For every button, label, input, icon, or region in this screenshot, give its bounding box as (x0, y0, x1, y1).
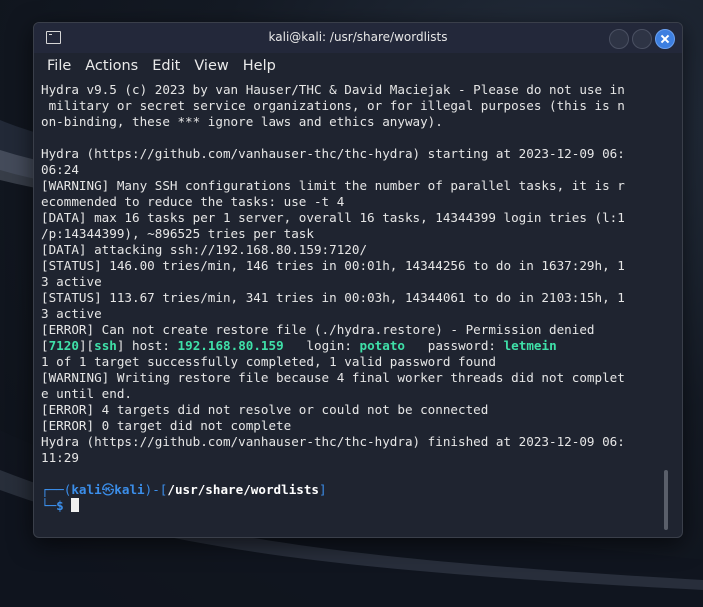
terminal-line: [WARNING] Many SSH configurations limit … (41, 178, 625, 193)
scrollbar-thumb[interactable] (664, 470, 668, 530)
title-bar: kali@kali: /usr/share/wordlists (34, 23, 682, 53)
found-login-label: login: (283, 338, 360, 353)
prompt-separator: )-[ (144, 482, 168, 497)
found-service: ssh (94, 338, 117, 353)
terminal-line: /p:14344399), ~896525 tries per task (41, 226, 314, 241)
terminal-line: Hydra v9.5 (c) 2023 by van Hauser/THC & … (41, 82, 625, 97)
menu-view[interactable]: View (187, 58, 235, 74)
terminal-line: on-binding, these *** ignore laws and et… (41, 114, 443, 129)
maximize-button[interactable] (632, 29, 652, 49)
prompt-corner-bottom: └─ (41, 498, 57, 513)
terminal-line: e until end. (41, 386, 132, 401)
window-title: kali@kali: /usr/share/wordlists (268, 30, 448, 44)
terminal-line: [ERROR] 0 target did not complete (41, 418, 292, 433)
terminal-line: [DATA] attacking ssh://192.168.80.159:71… (41, 242, 368, 257)
close-button[interactable] (655, 29, 675, 49)
terminal-line: [DATA] max 16 tasks per 1 server, overal… (41, 210, 625, 225)
terminal-line: 1 of 1 target successfully completed, 1 … (41, 354, 496, 369)
terminal-line: ecommended to reduce the tasks: use -t 4 (41, 194, 345, 209)
terminal-line: [ERROR] Can not create restore file (./h… (41, 322, 595, 337)
prompt-user: kali (71, 482, 102, 497)
terminal-output[interactable]: Hydra v9.5 (c) 2023 by van Hauser/THC & … (41, 82, 661, 532)
prompt-path: /usr/share/wordlists (167, 482, 320, 497)
terminal-line: 06:24 (41, 162, 79, 177)
terminal-line: 3 active (41, 306, 102, 321)
prompt-bracket-end: ] (319, 482, 327, 497)
menu-help[interactable]: Help (236, 58, 283, 74)
found-host: 192.168.80.159 (177, 338, 284, 353)
prompt-host: kali (114, 482, 145, 497)
menu-bar: File Actions Edit View Help (34, 53, 682, 79)
terminal-line: 11:29 (41, 450, 79, 465)
terminal-window: kali@kali: /usr/share/wordlists File Act… (33, 22, 683, 538)
prompt-at-symbol: ㉿ (101, 482, 115, 497)
menu-actions[interactable]: Actions (78, 58, 145, 74)
found-credentials-line: [7120][ssh] host: 192.168.80.159 login: … (41, 338, 557, 353)
prompt-line-top: ┌──(kali㉿kali)-[/usr/share/wordlists] (41, 482, 661, 498)
prompt-corner-top: ┌──( (41, 482, 72, 497)
found-login: potato (359, 338, 406, 353)
terminal-line: military or secret service organizations… (41, 98, 625, 113)
terminal-line: 3 active (41, 274, 102, 289)
menu-file[interactable]: File (40, 58, 78, 74)
found-host-label: host: (124, 338, 178, 353)
terminal-line: [ERROR] 4 targets did not resolve or cou… (41, 402, 489, 417)
terminal-line: Hydra (https://github.com/vanhauser-thc/… (41, 146, 625, 161)
found-port: 7120 (48, 338, 79, 353)
terminal-line: [STATUS] 113.67 tries/min, 341 tries in … (41, 290, 625, 305)
terminal-line: [WARNING] Writing restore file because 4… (41, 370, 625, 385)
found-password: letmein (503, 338, 557, 353)
prompt-line-bottom[interactable]: └─$ (41, 498, 661, 514)
terminal-line: Hydra (https://github.com/vanhauser-thc/… (41, 434, 625, 449)
terminal-line: [STATUS] 146.00 tries/min, 146 tries in … (41, 258, 625, 273)
found-password-label: password: (405, 338, 504, 353)
prompt-symbol: $ (56, 498, 72, 513)
menu-edit[interactable]: Edit (145, 58, 187, 74)
minimize-button[interactable] (609, 29, 629, 49)
text-cursor (71, 498, 80, 512)
